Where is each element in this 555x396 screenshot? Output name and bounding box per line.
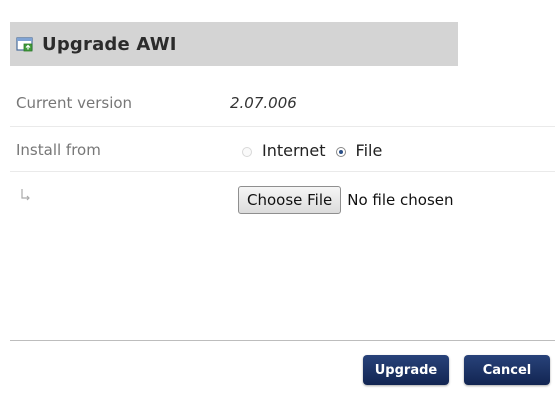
file-chooser: Choose File No file chosen xyxy=(238,186,454,214)
file-radio-label[interactable]: File xyxy=(356,141,383,160)
current-version-row: Current version 2.07.006 xyxy=(10,82,555,127)
current-version-value: 2.07.006 xyxy=(230,94,297,112)
file-select-row: Choose File No file chosen xyxy=(10,172,555,222)
current-version-label: Current version xyxy=(16,94,133,112)
dialog-header: Upgrade AWI xyxy=(10,22,458,66)
dialog-footer: Upgrade Cancel xyxy=(10,341,555,396)
sub-item-arrow-icon xyxy=(20,188,32,202)
upgrade-dialog: Upgrade AWI Current version 2.07.006 Ins… xyxy=(10,22,555,396)
page: Upgrade AWI Current version 2.07.006 Ins… xyxy=(0,0,555,396)
install-source-radio-group: Internet File xyxy=(242,141,392,160)
install-from-label: Install from xyxy=(16,141,101,159)
upgrade-window-icon xyxy=(16,35,34,53)
dialog-title: Upgrade AWI xyxy=(42,33,177,55)
cancel-button[interactable]: Cancel xyxy=(464,355,550,385)
file-status-text: No file chosen xyxy=(347,191,454,209)
internet-radio[interactable] xyxy=(242,146,252,157)
upgrade-button[interactable]: Upgrade xyxy=(363,355,449,385)
choose-file-button[interactable]: Choose File xyxy=(238,186,342,214)
install-from-row: Install from Internet File xyxy=(10,127,555,172)
internet-radio-label[interactable]: Internet xyxy=(262,141,326,160)
file-radio[interactable] xyxy=(335,146,346,157)
